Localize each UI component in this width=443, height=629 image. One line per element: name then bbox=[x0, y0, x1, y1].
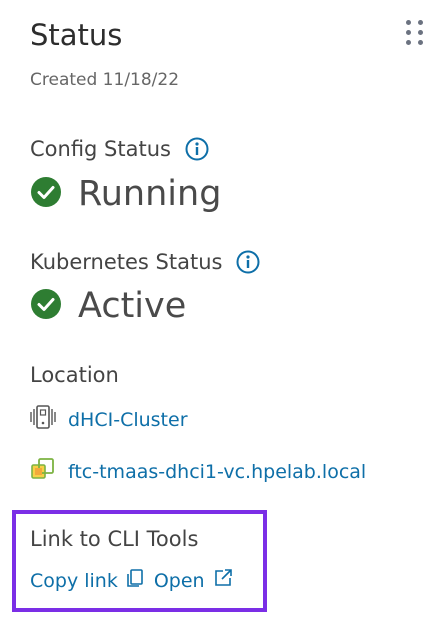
check-circle-icon bbox=[30, 288, 62, 324]
info-icon[interactable] bbox=[185, 137, 209, 161]
created-date: Created 11/18/22 bbox=[30, 70, 180, 90]
config-status-value: Running bbox=[78, 174, 222, 214]
cluster-icon bbox=[30, 404, 56, 435]
copy-link-label: Copy link bbox=[30, 569, 118, 592]
location-label: Location bbox=[30, 363, 119, 387]
vcenter-link[interactable]: ftc-tmaas-dhci1-vc.hpelab.local bbox=[68, 461, 366, 483]
cluster-link[interactable]: dHCI-Cluster bbox=[68, 409, 188, 431]
copy-link-button[interactable]: Copy link bbox=[30, 568, 144, 593]
kubernetes-status-value: Active bbox=[78, 286, 187, 326]
check-circle-icon bbox=[30, 176, 62, 212]
cli-tools-links: Copy link Open bbox=[30, 568, 233, 593]
external-link-icon bbox=[205, 568, 233, 593]
config-status-label-row: Config Status bbox=[30, 137, 209, 161]
location-item-cluster[interactable]: dHCI-Cluster bbox=[30, 404, 188, 435]
page-title: Status bbox=[30, 18, 123, 52]
kubernetes-status-label: Kubernetes Status bbox=[30, 250, 223, 274]
kubernetes-status-value-row: Active bbox=[30, 286, 186, 326]
cli-tools-highlight-box bbox=[12, 510, 267, 612]
location-item-vcenter[interactable]: ftc-tmaas-dhci1-vc.hpelab.local bbox=[30, 456, 366, 487]
open-link-label: Open bbox=[153, 569, 205, 592]
kebab-menu-icon[interactable] bbox=[406, 20, 430, 45]
config-status-label: Config Status bbox=[30, 137, 171, 161]
open-link-button[interactable]: Open bbox=[154, 568, 233, 593]
config-status-value-row: Running bbox=[30, 174, 221, 214]
copy-icon bbox=[118, 568, 144, 593]
vcenter-icon bbox=[30, 456, 56, 487]
kubernetes-status-label-row: Kubernetes Status bbox=[30, 250, 260, 274]
cli-tools-label: Link to CLI Tools bbox=[30, 527, 199, 551]
info-icon[interactable] bbox=[236, 250, 260, 274]
